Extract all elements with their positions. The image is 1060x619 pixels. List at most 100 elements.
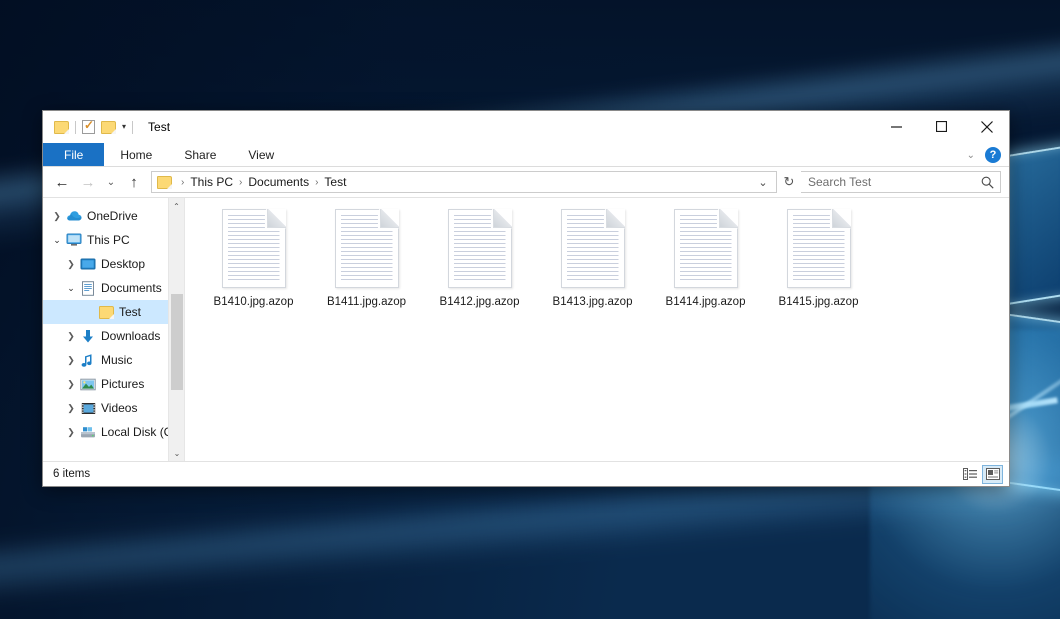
list-item[interactable]: B1415.jpg.azop xyxy=(762,204,875,308)
list-item[interactable]: B1410.jpg.azop xyxy=(197,204,310,308)
address-folder-icon xyxy=(157,176,172,189)
file-name: B1410.jpg.azop xyxy=(214,296,294,308)
large-icons-view-button[interactable] xyxy=(982,465,1003,484)
view-mode-buttons xyxy=(959,465,1003,484)
generic-file-icon xyxy=(674,209,738,288)
sidebar-item-videos[interactable]: ❯ xyxy=(43,396,184,420)
recent-locations-icon[interactable]: ⌄ xyxy=(101,170,121,194)
chevron-down-icon[interactable]: ⌄ xyxy=(49,235,65,246)
folder-icon[interactable] xyxy=(54,121,69,134)
sidebar-item-label: Downloads xyxy=(101,329,160,343)
minimize-icon[interactable] xyxy=(874,111,919,142)
cloud-icon xyxy=(65,210,83,222)
breadcrumb-separator-1: › xyxy=(235,177,246,188)
sidebar-item-label: Videos xyxy=(101,401,137,415)
sidebar-item-this-pc[interactable]: ⌄ This PC xyxy=(43,228,184,252)
search-input[interactable]: Search Test xyxy=(801,171,1001,193)
breadcrumb-separator-2: › xyxy=(311,177,322,188)
tab-file[interactable]: File xyxy=(43,143,104,166)
customize-qat-caret-icon[interactable]: ▾ xyxy=(122,123,126,131)
sidebar-item-local-disk-c[interactable]: ❯ Local Disk (C:) xyxy=(43,420,184,444)
maximize-icon[interactable] xyxy=(919,111,964,142)
sidebar-item-label: This PC xyxy=(87,233,130,247)
address-dropdown-icon[interactable]: ⌄ xyxy=(752,172,774,192)
breadcrumb-separator-0: › xyxy=(177,177,188,188)
window-body: ❯ OneDrive ⌄ xyxy=(43,197,1009,461)
address-field-tools: ⌄ xyxy=(752,172,774,192)
up-icon[interactable]: ↑ xyxy=(121,170,147,194)
ribbon-tab-strip: File Home Share View ⌄ ? xyxy=(43,143,1009,167)
document-icon xyxy=(79,281,97,296)
file-grid: B1410.jpg.azop B1411.jpg.azop xyxy=(185,198,1009,308)
chevron-right-icon[interactable]: ❯ xyxy=(63,379,79,390)
file-icon-fold xyxy=(267,209,286,228)
sidebar-item-label: Desktop xyxy=(101,257,145,271)
chevron-right-icon[interactable]: ❯ xyxy=(63,355,79,366)
file-icon-fold xyxy=(493,209,512,228)
chevron-right-icon[interactable]: ❯ xyxy=(63,427,79,438)
details-view-button[interactable] xyxy=(959,465,980,484)
list-item[interactable]: B1414.jpg.azop xyxy=(649,204,762,308)
chevron-right-icon[interactable]: ❯ xyxy=(63,403,79,414)
file-name: B1413.jpg.azop xyxy=(553,296,633,308)
sidebar-item-test[interactable]: ❯ Test xyxy=(43,300,184,324)
window-controls xyxy=(874,111,1009,142)
list-item[interactable]: B1413.jpg.azop xyxy=(536,204,649,308)
help-icon[interactable]: ? xyxy=(985,147,1001,163)
sidebar-item-music[interactable]: ❯ Music xyxy=(43,348,184,372)
chevron-down-icon[interactable]: ⌄ xyxy=(967,150,975,161)
file-explorer-window: ▾ Test File Home Share View xyxy=(42,110,1010,487)
sidebar-item-label: Documents xyxy=(101,281,162,295)
window-title: Test xyxy=(148,120,170,134)
file-name: B1411.jpg.azop xyxy=(327,296,406,308)
sidebar-item-downloads[interactable]: ❯ Downloads xyxy=(43,324,184,348)
scroll-down-icon[interactable]: ⌄ xyxy=(169,445,185,461)
chevron-down-icon[interactable]: ⌄ xyxy=(63,283,79,294)
tab-view[interactable]: View xyxy=(232,143,290,166)
search-icon xyxy=(981,176,994,189)
tab-share[interactable]: Share xyxy=(168,143,232,166)
chevron-right-icon[interactable]: ❯ xyxy=(63,331,79,342)
scroll-up-icon[interactable]: ⌃ xyxy=(169,198,184,214)
sidebar-item-label: OneDrive xyxy=(87,209,138,223)
file-icon-fold xyxy=(380,209,399,228)
refresh-icon[interactable]: ↻ xyxy=(777,170,801,194)
close-icon[interactable] xyxy=(964,111,1009,142)
sidebar-item-desktop[interactable]: ❯ Desktop xyxy=(43,252,184,276)
desktop-background: ▾ Test File Home Share View xyxy=(0,0,1060,619)
videos-icon xyxy=(79,402,97,415)
breadcrumb-test[interactable]: Test xyxy=(322,175,348,189)
list-item[interactable]: B1412.jpg.azop xyxy=(423,204,536,308)
address-bar: ← → ⌄ ↑ › This PC › Documents › Test ⌄ ↻… xyxy=(43,167,1009,197)
list-item[interactable]: B1411.jpg.azop xyxy=(310,204,423,308)
chevron-right-icon[interactable]: ❯ xyxy=(49,211,65,222)
qat-divider-1 xyxy=(75,121,76,134)
sidebar-item-label: Music xyxy=(101,353,132,367)
folder-tree: ❯ OneDrive ⌄ xyxy=(43,198,184,444)
file-name: B1415.jpg.azop xyxy=(779,296,859,308)
generic-file-icon xyxy=(448,209,512,288)
sidebar-item-onedrive[interactable]: ❯ OneDrive xyxy=(43,204,184,228)
back-icon[interactable]: ← xyxy=(49,170,75,194)
file-list-view[interactable]: B1410.jpg.azop B1411.jpg.azop xyxy=(185,198,1009,461)
breadcrumb-documents[interactable]: Documents xyxy=(246,175,311,189)
tab-home[interactable]: Home xyxy=(104,143,168,166)
item-count-label: 6 items xyxy=(53,468,90,480)
sidebar-scrollbar[interactable]: ⌃ ⌄ xyxy=(168,198,184,461)
sidebar-item-documents[interactable]: ⌄ Documents xyxy=(43,276,184,300)
windows-logo-pane-top xyxy=(1006,145,1060,305)
scrollbar-thumb[interactable] xyxy=(171,294,183,390)
chevron-right-icon[interactable]: ❯ xyxy=(63,259,79,270)
title-bar: ▾ Test xyxy=(43,111,1009,143)
new-folder-icon[interactable] xyxy=(101,121,116,134)
generic-file-icon xyxy=(787,209,851,288)
sidebar-item-pictures[interactable]: ❯ Pictures xyxy=(43,372,184,396)
breadcrumb[interactable]: › This PC › Documents › Test ⌄ xyxy=(151,171,777,193)
search-placeholder: Search Test xyxy=(808,175,981,189)
properties-icon[interactable] xyxy=(82,120,95,134)
generic-file-icon xyxy=(222,209,286,288)
ribbon-right-controls: ⌄ ? xyxy=(967,143,1001,167)
generic-file-icon xyxy=(561,209,625,288)
breadcrumb-this-pc[interactable]: This PC xyxy=(188,175,235,189)
file-icon-fold xyxy=(832,209,851,228)
